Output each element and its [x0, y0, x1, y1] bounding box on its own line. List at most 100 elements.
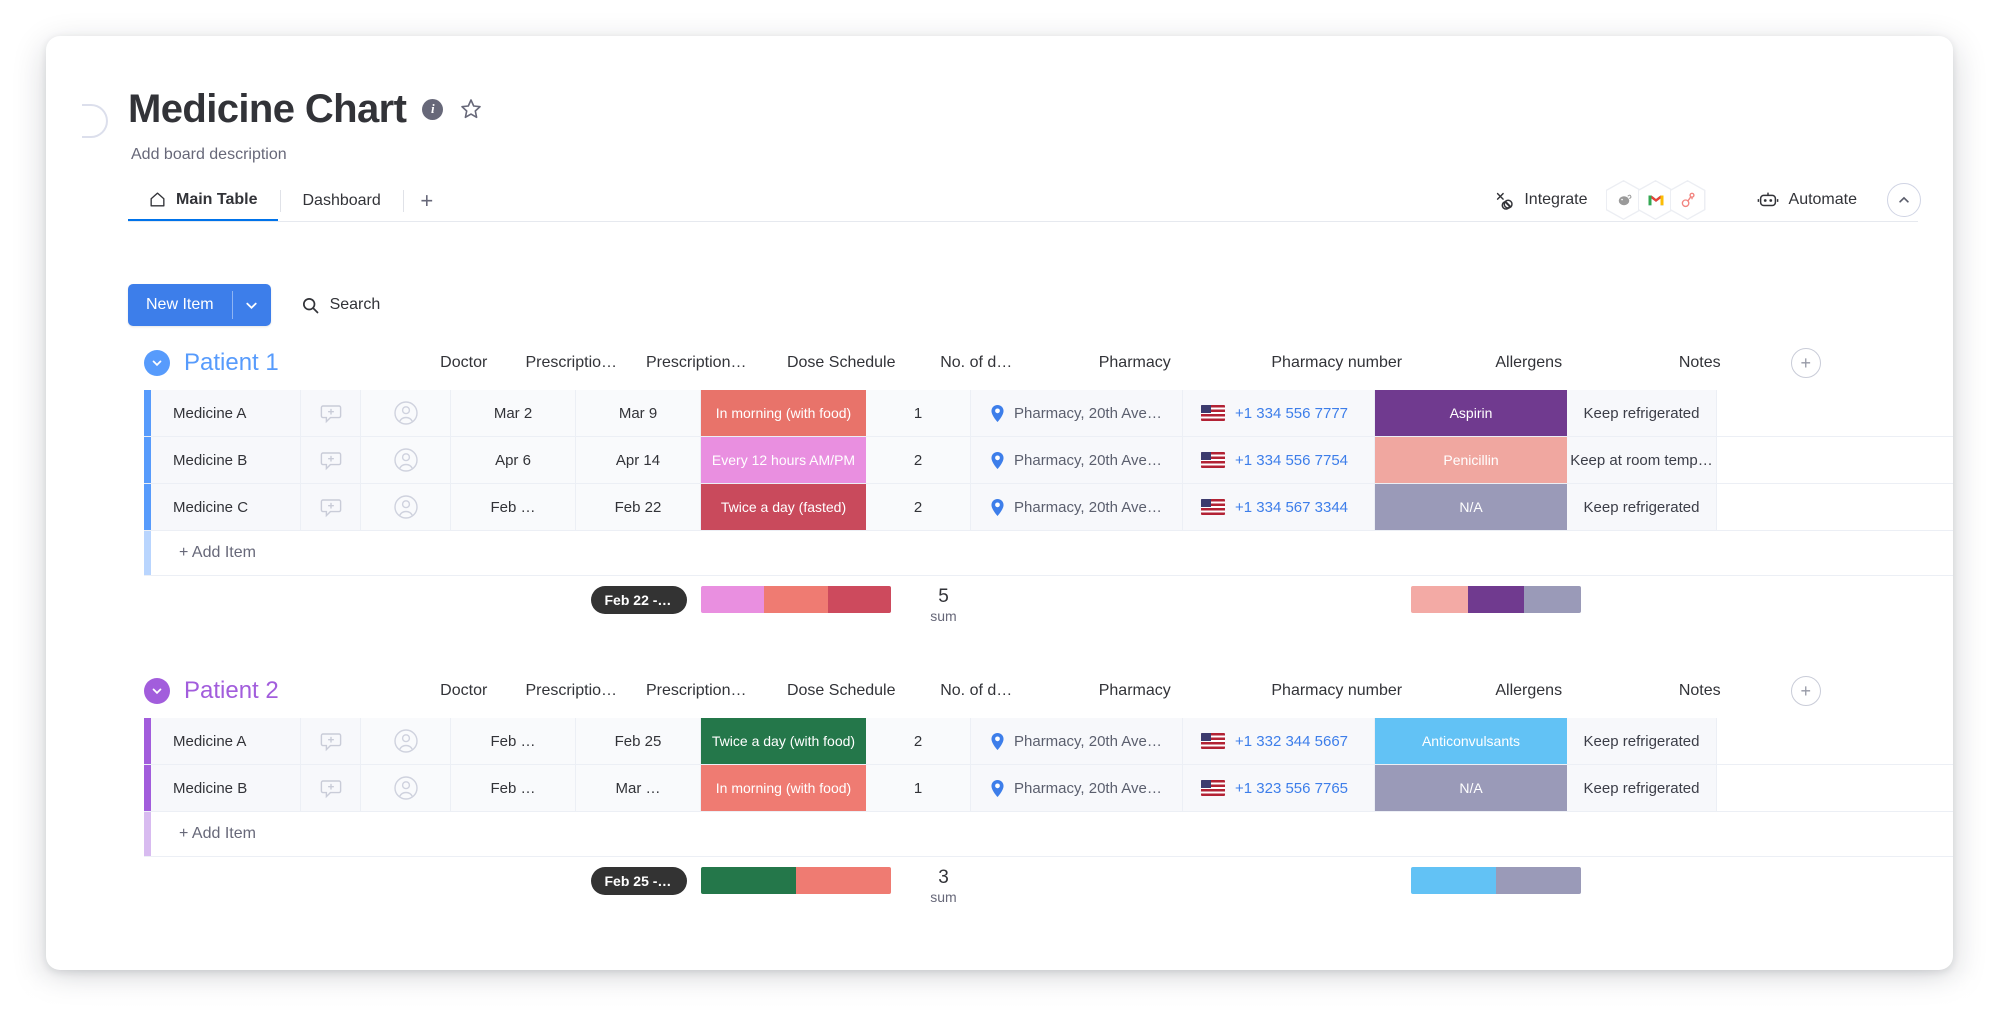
- cell-prescription-end[interactable]: Feb 25: [576, 718, 701, 764]
- cell-prescription-start[interactable]: Mar 2: [451, 390, 576, 436]
- cell-pharmacy-number[interactable]: +1 334 556 7777: [1183, 390, 1375, 436]
- cell-pharmacy[interactable]: Pharmacy, 20th Ave…: [971, 765, 1183, 811]
- cell-notes[interactable]: Keep refrigerated: [1567, 718, 1717, 764]
- gmail-icon[interactable]: [1637, 180, 1674, 220]
- cell-pharmacy-number[interactable]: +1 332 344 5667: [1183, 718, 1375, 764]
- column-header-7[interactable]: Pharmacy number: [1241, 682, 1433, 700]
- mailchimp-icon[interactable]: [1605, 180, 1642, 220]
- table-row[interactable]: Medicine B Apr 6 Apr 14 Every 12 hours AM/P…: [144, 437, 1953, 484]
- group-collapse-toggle[interactable]: [144, 350, 170, 376]
- cell-prescription-start[interactable]: Apr 6: [451, 437, 576, 483]
- cell-notes[interactable]: Keep refrigerated: [1567, 765, 1717, 811]
- add-item-row[interactable]: + Add Item: [144, 812, 1953, 857]
- cell-prescription-end[interactable]: Feb 22: [576, 484, 701, 530]
- cell-pharmacy-number[interactable]: +1 323 556 7765: [1183, 765, 1375, 811]
- cell-notes[interactable]: Keep at room temp…: [1567, 437, 1717, 483]
- column-header-7[interactable]: Pharmacy number: [1241, 354, 1433, 372]
- column-header-3[interactable]: Prescription…: [634, 354, 759, 372]
- column-header-1[interactable]: Doctor: [419, 682, 509, 700]
- cell-prescription-start[interactable]: Feb …: [451, 484, 576, 530]
- cell-number-of-doses[interactable]: 1: [866, 390, 971, 436]
- column-header-8[interactable]: Allergens: [1433, 682, 1625, 700]
- cell-pharmacy[interactable]: Pharmacy, 20th Ave…: [971, 718, 1183, 764]
- cell-dose-schedule[interactable]: Twice a day (fasted): [701, 484, 866, 530]
- add-column-button[interactable]: +: [1790, 676, 1821, 706]
- table-row[interactable]: Medicine C Feb … Feb 22 Twice a day (fasted…: [144, 484, 1953, 531]
- add-item-label[interactable]: + Add Item: [151, 544, 256, 562]
- cell-allergens[interactable]: Anticonvulsants: [1375, 718, 1567, 764]
- group-title[interactable]: Patient 2: [184, 677, 279, 705]
- cell-doctor[interactable]: [361, 390, 451, 436]
- cell-allergens[interactable]: Penicillin: [1375, 437, 1567, 483]
- integrate-button[interactable]: Integrate: [1481, 182, 1599, 218]
- cell-notes[interactable]: Keep refrigerated: [1567, 484, 1717, 530]
- cell-pharmacy[interactable]: Pharmacy, 20th Ave…: [971, 390, 1183, 436]
- cell-allergens[interactable]: Aspirin: [1375, 390, 1567, 436]
- cell-dose-schedule[interactable]: In morning (with food): [701, 765, 866, 811]
- cell-prescription-end[interactable]: Mar 9: [576, 390, 701, 436]
- column-header-8[interactable]: Allergens: [1433, 354, 1625, 372]
- cell-dose-schedule[interactable]: Twice a day (with food): [701, 718, 866, 764]
- hubspot-icon[interactable]: [1669, 180, 1706, 220]
- summary-date-range[interactable]: Feb 22 - A…: [576, 586, 701, 614]
- cell-pharmacy[interactable]: Pharmacy, 20th Ave…: [971, 484, 1183, 530]
- column-header-5[interactable]: No. of d…: [924, 354, 1029, 372]
- group-title[interactable]: Patient 1: [184, 349, 279, 377]
- column-header-6[interactable]: Pharmacy: [1029, 354, 1241, 372]
- column-header-6[interactable]: Pharmacy: [1029, 682, 1241, 700]
- column-header-2[interactable]: Prescriptio…: [509, 682, 634, 700]
- cell-doctor[interactable]: [361, 718, 451, 764]
- cell-item-name[interactable]: Medicine A: [151, 718, 301, 764]
- cell-pharmacy-number[interactable]: +1 334 556 7754: [1183, 437, 1375, 483]
- column-header-3[interactable]: Prescription…: [634, 682, 759, 700]
- summary-allergen-distribution[interactable]: [1400, 867, 1592, 894]
- new-item-button[interactable]: New Item: [128, 284, 271, 326]
- add-tab-button[interactable]: +: [406, 180, 448, 222]
- cell-pharmacy[interactable]: Pharmacy, 20th Ave…: [971, 437, 1183, 483]
- automate-button[interactable]: Automate: [1744, 182, 1869, 218]
- cell-doctor[interactable]: [361, 765, 451, 811]
- cell-item-name[interactable]: Medicine B: [151, 765, 301, 811]
- summary-doses-sum[interactable]: 3 sum: [891, 867, 996, 905]
- column-header-4[interactable]: Dose Schedule: [759, 354, 924, 372]
- add-item-label[interactable]: + Add Item: [151, 825, 256, 843]
- column-header-5[interactable]: No. of d…: [924, 682, 1029, 700]
- cell-allergens[interactable]: N/A: [1375, 765, 1567, 811]
- cell-prescription-start[interactable]: Feb …: [451, 765, 576, 811]
- cell-add-comment[interactable]: [301, 765, 361, 811]
- cell-allergens[interactable]: N/A: [1375, 484, 1567, 530]
- group-collapse-toggle[interactable]: [144, 678, 170, 704]
- cell-doctor[interactable]: [361, 484, 451, 530]
- table-row[interactable]: Medicine A Mar 2 Mar 9 In morning (with foo…: [144, 390, 1953, 437]
- summary-dose-distribution[interactable]: [701, 867, 891, 894]
- star-icon[interactable]: [459, 97, 483, 121]
- board-description[interactable]: Add board description: [131, 146, 287, 164]
- cell-dose-schedule[interactable]: Every 12 hours AM/PM: [701, 437, 866, 483]
- summary-date-range[interactable]: Feb 25 - …: [576, 867, 701, 895]
- cell-add-comment[interactable]: [301, 484, 361, 530]
- search-button[interactable]: Search: [293, 290, 389, 321]
- cell-number-of-doses[interactable]: 2: [866, 718, 971, 764]
- collapse-header-button[interactable]: [1887, 183, 1921, 217]
- cell-number-of-doses[interactable]: 2: [866, 437, 971, 483]
- column-header-2[interactable]: Prescriptio…: [509, 354, 634, 372]
- summary-doses-sum[interactable]: 5 sum: [891, 586, 996, 624]
- cell-item-name[interactable]: Medicine B: [151, 437, 301, 483]
- info-icon[interactable]: i: [422, 98, 444, 120]
- cell-number-of-doses[interactable]: 2: [866, 484, 971, 530]
- cell-number-of-doses[interactable]: 1: [866, 765, 971, 811]
- cell-notes[interactable]: Keep refrigerated: [1567, 390, 1717, 436]
- cell-prescription-start[interactable]: Feb …: [451, 718, 576, 764]
- cell-doctor[interactable]: [361, 437, 451, 483]
- cell-add-comment[interactable]: [301, 390, 361, 436]
- cell-item-name[interactable]: Medicine A: [151, 390, 301, 436]
- summary-dose-distribution[interactable]: [701, 586, 891, 613]
- cell-prescription-end[interactable]: Mar …: [576, 765, 701, 811]
- tab-main-table[interactable]: Main Table: [128, 180, 278, 222]
- cell-add-comment[interactable]: [301, 437, 361, 483]
- table-row[interactable]: Medicine A Feb … Feb 25 Twice a day (with f…: [144, 718, 1953, 765]
- cell-dose-schedule[interactable]: In morning (with food): [701, 390, 866, 436]
- add-column-button[interactable]: +: [1790, 348, 1821, 378]
- column-header-1[interactable]: Doctor: [419, 354, 509, 372]
- cell-prescription-end[interactable]: Apr 14: [576, 437, 701, 483]
